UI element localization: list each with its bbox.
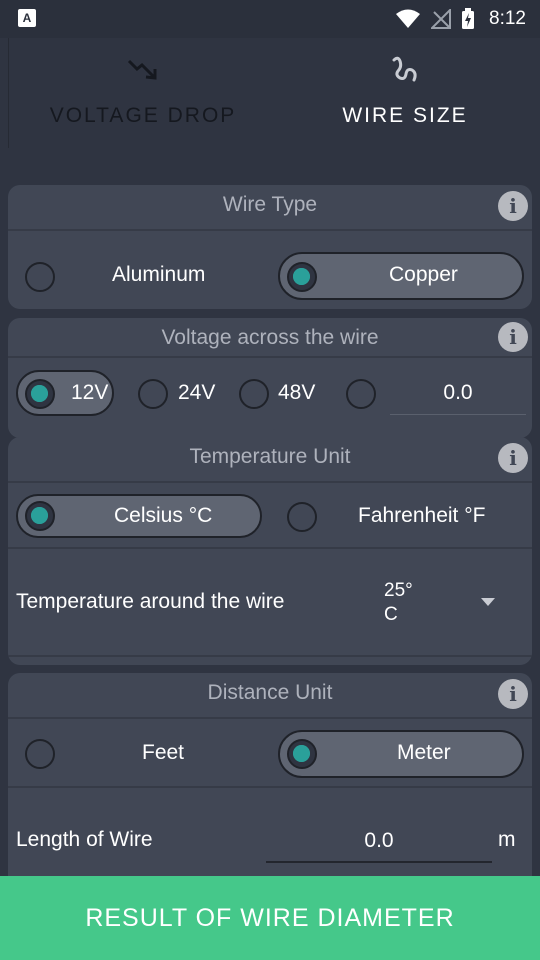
voltage-title: Voltage across the wire (161, 326, 379, 349)
copper-label: Copper (389, 263, 458, 286)
voltage-48v-radio[interactable] (239, 379, 269, 409)
length-label: Length of Wire (16, 828, 153, 851)
trend-down-icon (127, 59, 157, 80)
status-icons: 8:12 (395, 0, 526, 38)
voltage-custom-input[interactable]: 0.0 (390, 373, 526, 415)
aluminum-radio[interactable] (25, 262, 55, 292)
copper-radio[interactable] (287, 262, 317, 292)
tab-voltage-drop-label: VOLTAGE DROP (49, 104, 237, 127)
voltage-card: Voltage across the wire i 12V 24V 48V 0.… (8, 318, 532, 438)
celsius-radio[interactable] (25, 501, 55, 531)
distance-unit-card: Distance Unit i Feet Meter Length of Wir… (8, 673, 532, 876)
wifi-icon (396, 9, 421, 28)
feet-radio[interactable] (25, 739, 55, 769)
no-signal-icon (431, 9, 452, 29)
voltage-custom-radio[interactable] (346, 379, 376, 409)
voltage-24v-radio[interactable] (138, 379, 168, 409)
info-icon[interactable]: i (498, 322, 528, 352)
voltage-24v-label: 24V (178, 381, 216, 404)
tab-wire-size[interactable]: WIRE SIZE (270, 38, 540, 166)
info-icon[interactable]: i (498, 191, 528, 221)
celsius-label: Celsius °C (114, 504, 213, 527)
meter-label: Meter (397, 741, 451, 764)
tab-wire-size-label: WIRE SIZE (342, 104, 468, 127)
result-button[interactable]: RESULT OF WIRE DIAMETER (0, 876, 540, 960)
length-input[interactable]: 0.0 (266, 821, 492, 863)
feet-label: Feet (142, 741, 185, 764)
voltage-12v-radio[interactable] (25, 379, 55, 409)
divider (8, 547, 532, 549)
status-bar: A 8:12 (0, 0, 540, 38)
voltage-48v-label: 48V (278, 381, 316, 404)
voltage-12v-label: 12V (71, 381, 109, 404)
distance-unit-title: Distance Unit (207, 681, 333, 704)
temperature-around-label: Temperature around the wire (16, 590, 285, 613)
fahrenheit-label: Fahrenheit °F (358, 504, 486, 527)
tab-voltage-drop[interactable]: VOLTAGE DROP (8, 38, 278, 166)
info-icon[interactable]: i (498, 679, 528, 709)
divider (8, 786, 532, 788)
fahrenheit-radio[interactable] (287, 502, 317, 532)
clock: 8:12 (489, 8, 526, 29)
app-notification-icon: A (18, 9, 36, 27)
wire-type-title: Wire Type (222, 193, 318, 216)
divider (8, 655, 532, 657)
temperature-value-line2: C (384, 604, 398, 625)
info-icon[interactable]: i (498, 443, 528, 473)
temperature-unit-card: Temperature Unit i Celsius °C Fahrenheit… (8, 437, 532, 665)
meter-radio[interactable] (287, 739, 317, 769)
length-unit: m (498, 828, 516, 851)
temperature-value-line1: 25° (384, 580, 413, 601)
battery-charging-icon (462, 8, 475, 29)
tab-bar: VOLTAGE DROP WIRE SIZE (0, 38, 540, 166)
temperature-dropdown[interactable]: 25° C (384, 577, 504, 627)
wire-coil-icon (392, 56, 417, 82)
wire-type-card: Wire Type i Aluminum Copper (8, 185, 532, 309)
temperature-unit-title: Temperature Unit (189, 445, 351, 468)
aluminum-label: Aluminum (112, 263, 206, 286)
dropdown-arrow-icon (481, 598, 495, 606)
